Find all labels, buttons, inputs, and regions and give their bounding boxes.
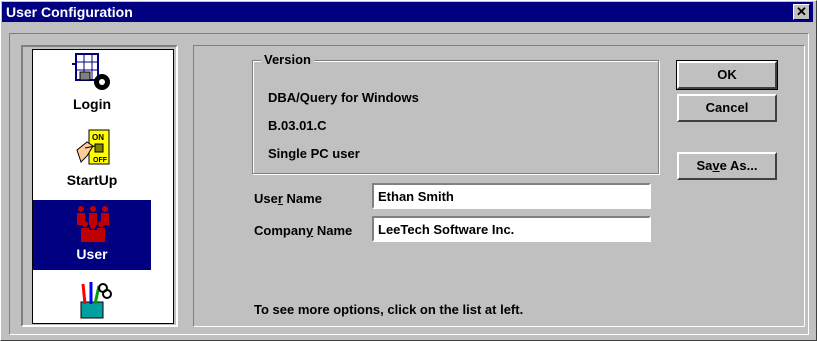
- company-name-input[interactable]: [372, 216, 651, 242]
- list-item-user[interactable]: User: [33, 200, 151, 270]
- close-button[interactable]: ✕: [793, 4, 810, 20]
- list-item-login[interactable]: Login: [33, 50, 151, 120]
- list-item-label: Login: [72, 96, 112, 112]
- list-item-tools[interactable]: [33, 270, 151, 323]
- user-icon: [77, 206, 109, 242]
- title-bar[interactable]: User Configuration: [2, 2, 813, 22]
- svg-text:ON: ON: [92, 133, 104, 142]
- window-title: User Configuration: [6, 4, 133, 20]
- tools-icon: [80, 282, 112, 319]
- version-number: B.03.01.C: [268, 118, 327, 133]
- version-legend: Version: [261, 52, 314, 67]
- save-as-button[interactable]: Save As...: [677, 152, 777, 180]
- list-item-label: StartUp: [66, 172, 118, 188]
- ok-button[interactable]: OK: [676, 60, 778, 90]
- list-item-label: User: [76, 246, 108, 262]
- list-item-startup[interactable]: ON OFF StartUp: [33, 120, 151, 200]
- user-name-label: User Name: [254, 191, 322, 206]
- startup-icon: ON OFF: [76, 129, 110, 165]
- login-icon: [72, 53, 110, 90]
- cancel-button[interactable]: Cancel: [677, 94, 777, 122]
- category-list[interactable]: Login ON OFF StartUp User: [32, 49, 174, 324]
- user-name-input[interactable]: [372, 183, 651, 209]
- hint-text: To see more options, click on the list a…: [254, 302, 524, 317]
- company-name-label: Company Name: [254, 223, 353, 238]
- svg-text:OFF: OFF: [93, 157, 108, 164]
- license-type: Single PC user: [268, 146, 360, 161]
- product-name: DBA/Query for Windows: [268, 90, 419, 105]
